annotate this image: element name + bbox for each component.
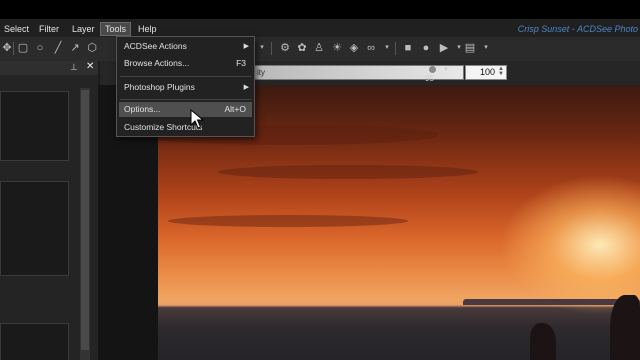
brush-dropdown-icon[interactable]: ▼ <box>443 67 449 73</box>
panel-header: ⊥ ✕ <box>0 61 98 75</box>
panel-section <box>0 181 69 276</box>
opacity-input[interactable]: 100 ▲ ▼ <box>465 65 507 80</box>
fill-icon[interactable]: ◈ <box>347 41 361 55</box>
close-icon[interactable]: ✕ <box>86 61 94 72</box>
scrollbar-thumb[interactable] <box>81 90 89 350</box>
record-icon[interactable]: ● <box>419 41 433 55</box>
brush-preview-icon[interactable] <box>429 66 436 73</box>
play-icon[interactable]: ▶ <box>437 41 451 55</box>
dropdown-caret-icon[interactable]: ▾ <box>479 41 493 55</box>
flower-icon[interactable]: ✿ <box>295 41 309 55</box>
menu-item-label: Options... <box>124 104 161 114</box>
menu-item-shortcut: F3 <box>236 58 246 68</box>
polygon-icon[interactable]: ⬡ <box>85 41 99 55</box>
cliff-rock <box>610 295 640 360</box>
menu-item-browse-actions[interactable]: Browse Actions... F3 <box>119 56 252 71</box>
mouse-cursor-icon <box>190 109 204 129</box>
menu-item-shortcut: Alt+O <box>224 104 247 114</box>
brush-size-value: 95 <box>425 74 434 83</box>
binoculars-icon[interactable]: ∞ <box>364 41 378 55</box>
marquee-rect-icon[interactable]: ▢ <box>16 41 30 55</box>
stop-icon[interactable]: ■ <box>401 41 415 55</box>
cloud <box>218 165 478 179</box>
line-icon[interactable]: ╱ <box>51 41 65 55</box>
gear-icon[interactable]: ⚙ <box>278 41 292 55</box>
menu-separator <box>120 76 251 77</box>
toolbar-separator <box>271 42 272 55</box>
menu-separator <box>120 99 251 100</box>
sea-stack-rock <box>530 323 556 360</box>
panel-section <box>0 91 69 161</box>
dropdown-caret-icon[interactable]: ▾ <box>255 41 269 55</box>
sun-glow <box>500 175 640 315</box>
menu-layer[interactable]: Layer <box>68 22 99 36</box>
menu-tools[interactable]: Tools <box>100 22 132 36</box>
spinner-icon[interactable]: ▲ ▼ <box>498 66 504 77</box>
toolbar: ✥ ▢ ○ ╱ ↗ ⬡ ▾ ⚙ ✿ ♙ ☀ ◈ ∞ ▾ ■ ● ▶ ▾ ▤ ▾ <box>0 37 640 61</box>
pin-icon[interactable]: ⊥ <box>70 62 78 73</box>
left-panel: ⊥ ✕ <box>0 61 98 360</box>
menu-bar: Select Filter Layer Tools Help Crisp Sun… <box>0 19 640 37</box>
title-strip <box>0 0 640 19</box>
submenu-arrow-icon: ▶ <box>243 84 249 91</box>
opacity-value: 100 <box>480 67 496 77</box>
menu-item-label: ACDSee Actions <box>124 41 187 51</box>
menu-item-customize-shortcuts[interactable]: Customize Shortcuts <box>119 120 252 135</box>
menu-help[interactable]: Help <box>134 22 161 36</box>
person-icon[interactable]: ♙ <box>312 41 326 55</box>
toolbar-separator <box>395 42 396 55</box>
tools-menu-dropdown: ACDSee Actions ▶ Browse Actions... F3 Ph… <box>116 36 255 137</box>
arrow-icon[interactable]: ↗ <box>68 41 82 55</box>
light-icon[interactable]: ☀ <box>330 41 344 55</box>
ellipse-icon[interactable]: ○ <box>33 41 47 55</box>
cloud <box>168 215 408 227</box>
toolbar-separator <box>13 42 14 55</box>
menu-item-options[interactable]: Options... Alt+O <box>119 102 252 117</box>
menu-filter[interactable]: Filter <box>35 22 63 36</box>
panel-icon[interactable]: ▤ <box>463 41 477 55</box>
window-title: Crisp Sunset - ACDSee Photo <box>517 24 638 34</box>
menu-item-label: Browse Actions... <box>124 58 190 68</box>
panel-scrollbar[interactable] <box>80 88 90 360</box>
opacity-label: ity <box>257 68 265 77</box>
menu-select[interactable]: Select <box>0 22 33 36</box>
panel-section <box>0 323 69 360</box>
submenu-arrow-icon: ▶ <box>243 43 249 50</box>
menu-item-acdsee-actions[interactable]: ACDSee Actions ▶ <box>119 39 252 54</box>
menu-item-label: Photoshop Plugins <box>124 82 195 92</box>
dropdown-caret-icon[interactable]: ▾ <box>380 41 394 55</box>
move-icon[interactable]: ✥ <box>0 41 14 55</box>
menu-item-photoshop-plugins[interactable]: Photoshop Plugins ▶ <box>119 80 252 95</box>
